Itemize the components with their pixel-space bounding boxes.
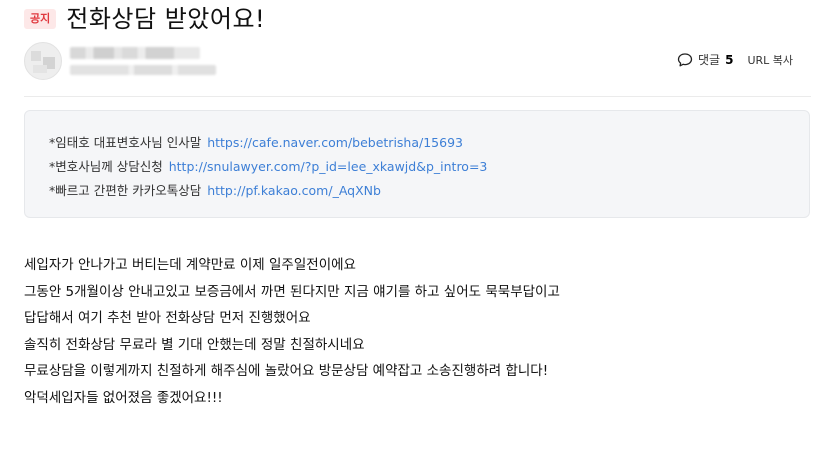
notice-badge: 공지 (24, 9, 57, 29)
post-meta-redacted (70, 65, 216, 75)
info-line: *임태호 대표변호사님 인사말 https://cafe.naver.com/be… (49, 131, 785, 155)
comment-button[interactable]: 댓글 5 (677, 51, 733, 68)
avatar[interactable] (24, 42, 62, 80)
info-line: *변호사님께 상담신청 http://snulawyer.com/?p_id=le… (49, 155, 785, 179)
info-label: *임태호 대표변호사님 인사말 (49, 135, 202, 150)
post-tools: 댓글 5 URL 복사 (677, 51, 793, 68)
author-name-redacted[interactable] (70, 47, 200, 59)
header-divider (24, 96, 811, 97)
post-title: 전화상담 받았어요! (66, 5, 266, 33)
info-box: *임태호 대표변호사님 인사말 https://cafe.naver.com/be… (24, 110, 810, 218)
url-copy-button[interactable]: URL 복사 (747, 52, 793, 68)
info-label: *변호사님께 상담신청 (49, 159, 163, 174)
body-paragraph: 그동안 5개월이상 안내고있고 보증금에서 까면 된다지만 지금 얘기를 하고 … (24, 283, 560, 300)
comment-count: 5 (725, 52, 734, 67)
post-body: 세입자가 안나가고 버티는데 계약만료 이제 일주일전이에요 그동안 5개월이상… (24, 252, 804, 411)
author-row (24, 42, 216, 80)
body-paragraph: 답답해서 여기 추천 받아 전화상담 먼저 진행했어요 (24, 310, 311, 326)
speech-bubble-icon (677, 52, 693, 68)
info-link[interactable]: http://snulawyer.com/?p_id=lee_xkawjd&p_… (169, 159, 488, 174)
info-line: *빠르고 간편한 카카오톡상담 http://pf.kakao.com/_AqXN… (49, 179, 785, 203)
title-row: 공지 전화상담 받았어요! (24, 2, 265, 36)
post-page: 공지 전화상담 받았어요! 댓글 5 URL 복사 *임태호 대표변호사님 인사… (0, 0, 835, 471)
info-link[interactable]: https://cafe.naver.com/bebetrisha/15693 (207, 135, 463, 150)
info-label: *빠르고 간편한 카카오톡상담 (49, 183, 202, 198)
comment-label: 댓글 (697, 53, 721, 67)
body-paragraph: 세입자가 안나가고 버티는데 계약만료 이제 일주일전이에요 (24, 257, 356, 273)
body-paragraph: 솔직히 전화상담 무료라 별 기대 안했는데 정말 친절하시네요 (24, 336, 365, 353)
body-paragraph: 무료상담을 이렇게까지 친절하게 해주심에 놀랐어요 방문상담 예약잡고 소송진… (24, 363, 549, 379)
info-link[interactable]: http://pf.kakao.com/_AqXNb (207, 183, 381, 198)
author-info (70, 47, 216, 75)
body-paragraph: 악덕세입자들 없어졌음 좋겠어요!!! (24, 389, 223, 406)
